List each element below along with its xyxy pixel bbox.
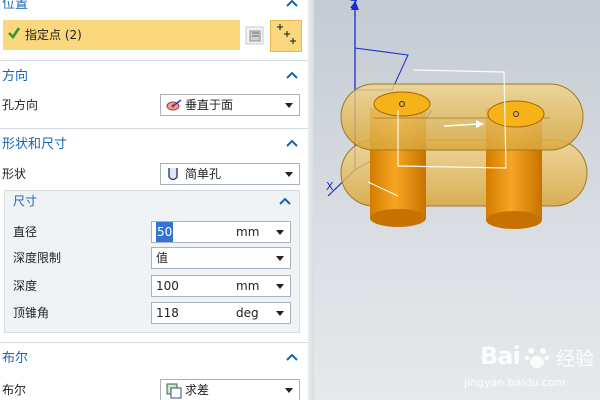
simple-hole-icon	[166, 167, 180, 181]
point-dialog-button[interactable]	[270, 20, 302, 52]
boolean-label: 布尔	[2, 383, 27, 397]
section-header-boolean[interactable]: 布尔	[0, 348, 308, 370]
divider	[0, 342, 308, 343]
divider	[0, 60, 308, 61]
left-cylinder-bottom	[370, 209, 426, 227]
collapse-icon[interactable]	[279, 191, 291, 211]
diameter-value: 50	[156, 222, 174, 242]
depth-unit: mm	[236, 279, 260, 293]
section-title-dimensions: 尺寸	[13, 194, 38, 208]
points-icon	[277, 24, 296, 44]
watermark-suffix: 经验	[556, 348, 595, 370]
boolean-value: 求差	[185, 383, 210, 397]
hole-direction-value: 垂直于面	[185, 98, 234, 112]
right-cylinder-bottom	[486, 211, 542, 229]
section-title-position: 位置	[2, 0, 29, 12]
hole-dialog-panel: 位置 指定点 (2) 方向 孔方向 垂直于面 形状和尺寸 形状 简单孔 尺寸 直…	[0, 0, 308, 400]
diameter-label: 直径	[13, 225, 38, 239]
normal-to-face-icon	[166, 98, 182, 112]
chevron-down-icon	[285, 103, 293, 108]
tip-angle-value: 118	[156, 306, 179, 320]
depth-label: 深度	[13, 279, 38, 293]
chevron-down-icon[interactable]	[276, 230, 284, 235]
chevron-down-icon	[285, 172, 293, 177]
chevron-down-icon[interactable]	[276, 311, 284, 316]
depth-limit-value: 值	[156, 251, 169, 265]
collapse-icon[interactable]	[286, 66, 300, 88]
section-title-direction: 方向	[2, 69, 29, 84]
depth-limit-dropdown[interactable]: 值	[151, 247, 291, 269]
chevron-down-icon	[285, 388, 293, 393]
section-header-shape[interactable]: 形状和尺寸	[0, 134, 308, 156]
hole-direction-label: 孔方向	[2, 98, 39, 112]
subtract-icon	[166, 383, 182, 399]
depth-limit-label: 深度限制	[13, 251, 62, 265]
hole-direction-dropdown[interactable]: 垂直于面	[160, 94, 300, 116]
chevron-down-icon	[276, 256, 284, 261]
section-header-direction[interactable]: 方向	[0, 66, 308, 88]
depth-input[interactable]: 100 mm	[151, 275, 291, 297]
specify-point-row[interactable]: 指定点 (2)	[3, 20, 240, 50]
shape-dropdown[interactable]: 简单孔	[160, 163, 300, 185]
paw-icon	[524, 348, 550, 368]
shape-label: 形状	[2, 167, 27, 181]
left-hole-top	[373, 91, 431, 117]
specify-point-label: 指定点 (2)	[25, 28, 82, 42]
depth-value: 100	[156, 279, 179, 293]
diameter-input[interactable]: 50 mm	[151, 221, 291, 243]
x-axis-label: X	[326, 180, 334, 193]
section-header-position[interactable]: 位置	[0, 0, 308, 16]
baidu-watermark: Bai 经验 jingyan.baidu.com	[460, 338, 600, 400]
collapse-icon[interactable]	[286, 348, 300, 370]
collapse-icon[interactable]	[286, 134, 300, 156]
boolean-dropdown[interactable]: 求差	[160, 379, 300, 400]
right-hole-top	[487, 100, 545, 128]
z-axis-label: Z	[350, 0, 358, 11]
dimensions-panel: 尺寸 直径 50 mm 深度限制 值 深度 100 mm 顶锥角 118 deg	[4, 190, 300, 333]
tip-angle-label: 顶锥角	[13, 306, 50, 320]
upper-plate	[340, 83, 584, 151]
diameter-unit: mm	[236, 225, 260, 239]
shape-value: 简单孔	[185, 167, 222, 181]
section-title-boolean: 布尔	[2, 351, 29, 366]
section-header-dimensions[interactable]: 尺寸	[5, 191, 299, 211]
collapse-icon[interactable]	[286, 0, 300, 16]
divider	[0, 128, 308, 129]
sketch-icon	[245, 26, 264, 45]
watermark-brand: Bai	[480, 342, 521, 370]
section-title-shape: 形状和尺寸	[2, 137, 68, 152]
tip-angle-unit: deg	[236, 306, 259, 320]
watermark-url: jingyan.baidu.com	[464, 376, 566, 389]
sketch-section-button[interactable]	[243, 24, 267, 48]
checkmark-icon	[7, 26, 21, 43]
tip-angle-input[interactable]: 118 deg	[151, 302, 291, 324]
chevron-down-icon[interactable]	[276, 284, 284, 289]
